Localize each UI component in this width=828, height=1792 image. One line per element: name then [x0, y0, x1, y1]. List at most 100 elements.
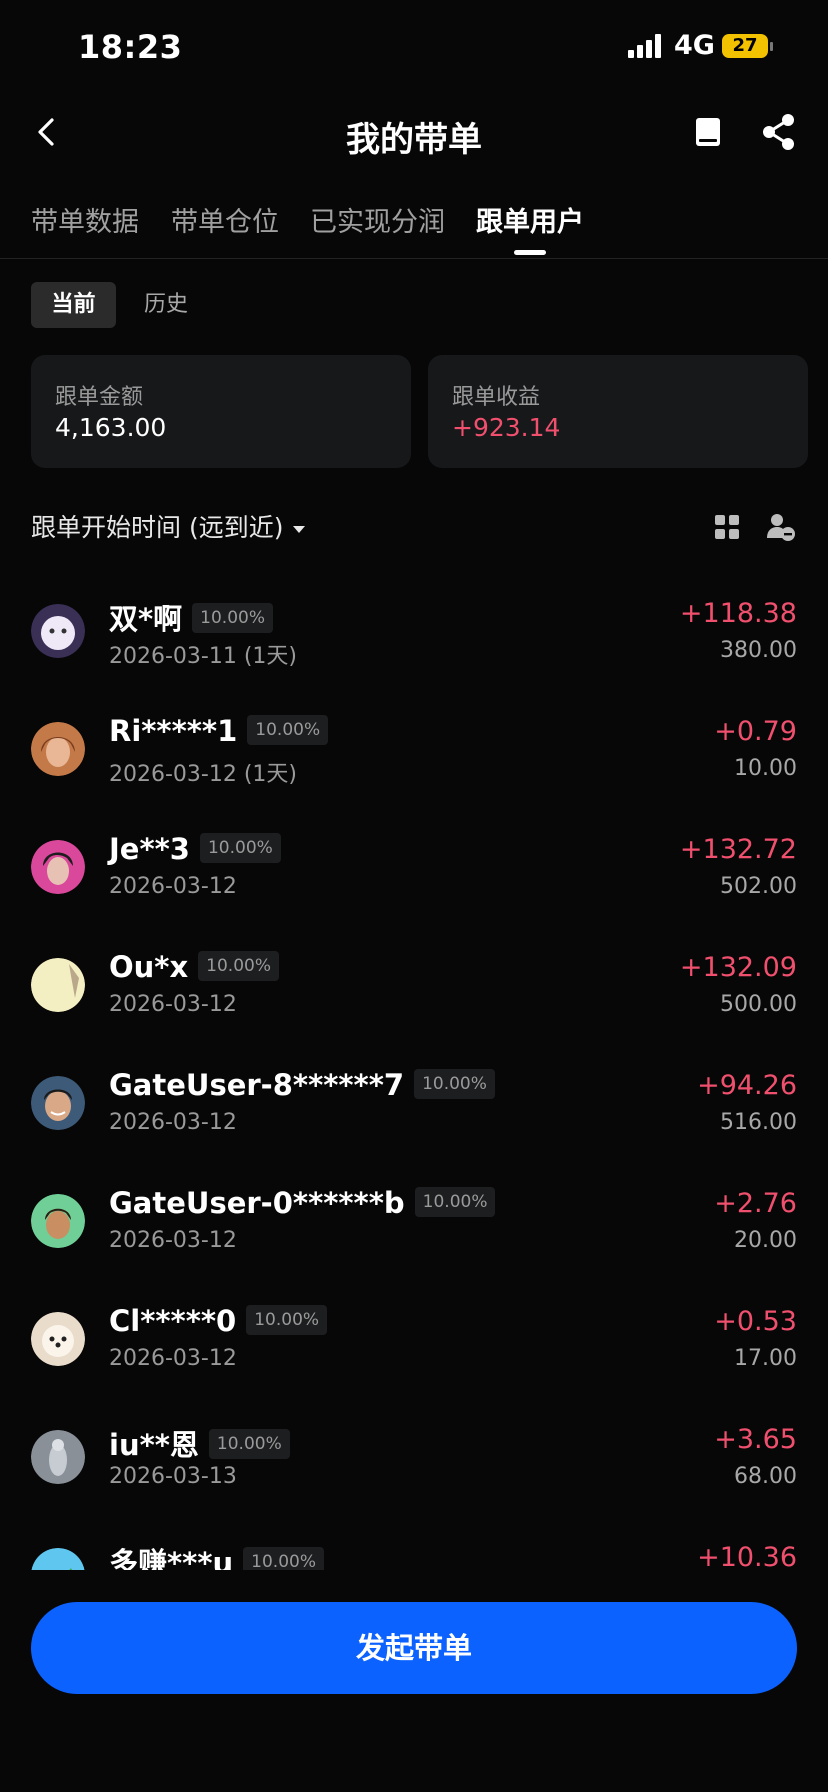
follower-pnl: +0.53: [714, 1306, 797, 1337]
tab-active-indicator: [514, 250, 546, 255]
grid-icon: [715, 515, 739, 539]
follower-name-line: 多赚***u 10.00%: [109, 1540, 324, 1570]
follow-start-date: 2026-03-13: [109, 1464, 237, 1489]
guide-button[interactable]: [690, 114, 726, 150]
follower-row[interactable]: 双*啊 10.00% 2026-03-11 (1天) +118.38 380.00: [0, 560, 828, 678]
status-time: 18:23: [78, 28, 183, 66]
sort-dropdown[interactable]: 跟单开始时间 (远到近): [31, 508, 306, 544]
tab-realized-profit-share[interactable]: 已实现分润: [310, 200, 445, 239]
follower-pnl: +0.79: [714, 716, 797, 747]
follower-pnl: +132.72: [679, 834, 797, 865]
follow-start-date: 2026-03-12: [109, 992, 237, 1017]
follower-amount: 20.00: [734, 1228, 797, 1253]
user-remove-icon: [767, 514, 795, 541]
status-bar: 18:23 4G 27: [0, 0, 828, 90]
tab-trading-data[interactable]: 带单数据: [31, 200, 139, 239]
follower-pnl: +132.09: [679, 952, 797, 983]
copy-profit-label: 跟单收益: [452, 385, 541, 410]
avatar: [31, 1548, 85, 1570]
follower-name: Ou*x: [109, 950, 189, 984]
segment-current[interactable]: 当前: [31, 282, 116, 328]
share-button[interactable]: [760, 112, 798, 152]
tab-followers[interactable]: 跟单用户: [476, 200, 584, 239]
copy-amount-card: 跟单金额 4,163.00: [31, 355, 411, 468]
follower-name: GateUser-8******7: [109, 1068, 405, 1102]
caret-down-icon: [293, 525, 306, 533]
follower-amount: 502.00: [720, 874, 797, 899]
follow-start-date: 2026-03-12: [109, 874, 237, 899]
follower-row[interactable]: 多赚***u 10.00% +10.36: [0, 1504, 828, 1570]
follower-pnl: +94.26: [697, 1070, 797, 1101]
follower-row[interactable]: Cl*****0 10.00% 2026-03-12 +0.53 17.00: [0, 1268, 828, 1386]
avatar: [31, 1430, 85, 1484]
avatar: [31, 1194, 85, 1248]
follower-name: 多赚***u: [109, 1546, 234, 1570]
nav-header: 我的带单: [0, 96, 828, 176]
avatar: [31, 722, 85, 776]
follower-amount: 516.00: [720, 1110, 797, 1135]
follower-name: 双*啊: [109, 602, 183, 636]
copy-profit-value: +923.14: [452, 413, 561, 442]
follower-row[interactable]: GateUser-8******7 10.00% 2026-03-12 +94.2…: [0, 1032, 828, 1150]
follower-name: iu**恩: [109, 1428, 199, 1462]
profit-share-ratio: 10.00%: [198, 951, 279, 981]
battery-level: 27: [722, 34, 768, 58]
follower-name-line: Je**3 10.00%: [109, 832, 281, 866]
follow-start-date: 2026-03-12: [109, 1228, 237, 1253]
follower-amount: 68.00: [734, 1464, 797, 1489]
follow-start-date: 2026-03-11 (1天): [109, 644, 298, 669]
follower-amount: 500.00: [720, 992, 797, 1017]
grid-view-button[interactable]: [714, 514, 740, 540]
follower-name-line: GateUser-0******b 10.00%: [109, 1186, 496, 1220]
book-icon: [696, 118, 720, 146]
follow-start-date: 2026-03-12 (1天): [109, 762, 298, 787]
battery-icon: 27: [722, 34, 773, 60]
segment-history[interactable]: 历史: [130, 282, 202, 328]
sort-label: 跟单开始时间 (远到近): [31, 513, 284, 542]
follower-pnl: +2.76: [714, 1188, 797, 1219]
follower-pnl: +118.38: [679, 598, 797, 629]
follower-amount: 380.00: [720, 638, 797, 663]
remove-follower-button[interactable]: [766, 512, 796, 542]
avatar: [31, 840, 85, 894]
follower-row[interactable]: Ri*****1 10.00% 2026-03-12 (1天) +0.79 10.…: [0, 678, 828, 796]
follower-name-line: Ou*x 10.00%: [109, 950, 279, 984]
profit-share-ratio: 10.00%: [192, 603, 273, 633]
copy-amount-value: 4,163.00: [55, 413, 167, 442]
follower-name: Je**3: [109, 832, 190, 866]
avatar: [31, 1312, 85, 1366]
profit-share-ratio: 10.00%: [414, 1187, 496, 1217]
avatar: [31, 604, 85, 658]
profit-share-ratio: 10.00%: [208, 1429, 290, 1459]
avatar: [31, 1076, 85, 1130]
profit-share-ratio: 10.00%: [199, 833, 281, 863]
avatar: [31, 958, 85, 1012]
copy-amount-label: 跟单金额: [55, 385, 144, 410]
follower-row[interactable]: Je**3 10.00% 2026-03-12 +132.72 502.00: [0, 796, 828, 914]
follower-row[interactable]: iu**恩 10.00% 2026-03-13 +3.65 68.00: [0, 1386, 828, 1504]
follower-name-line: iu**恩 10.00%: [109, 1422, 290, 1464]
signal-icon: [628, 34, 664, 58]
tab-positions[interactable]: 带单仓位: [171, 200, 279, 239]
follower-name: Cl*****0: [109, 1304, 237, 1338]
follower-name-line: GateUser-8******7 10.00%: [109, 1068, 495, 1102]
start-copy-trading-button[interactable]: 发起带单: [31, 1602, 797, 1694]
follower-pnl: +3.65: [714, 1424, 797, 1455]
network-type: 4G: [674, 30, 715, 61]
follower-list: 双*啊 10.00% 2026-03-11 (1天) +118.38 380.00…: [0, 560, 828, 1570]
profit-share-ratio: 10.00%: [247, 715, 329, 745]
follower-row[interactable]: Ou*x 10.00% 2026-03-12 +132.09 500.00: [0, 914, 828, 1032]
profit-share-ratio: 10.00%: [246, 1305, 328, 1335]
follower-amount: 17.00: [734, 1346, 797, 1371]
follower-row[interactable]: GateUser-0******b 10.00% 2026-03-12 +2.76…: [0, 1150, 828, 1268]
follower-name: Ri*****1: [109, 714, 238, 748]
follow-start-date: 2026-03-12: [109, 1346, 237, 1371]
follow-start-date: 2026-03-12: [109, 1110, 237, 1135]
copy-profit-card: 跟单收益 +923.14: [428, 355, 808, 468]
follower-pnl: +10.36: [697, 1542, 797, 1570]
tab-bar: 带单数据 带单仓位 已实现分润 跟单用户: [0, 196, 828, 259]
follower-name-line: 双*啊 10.00%: [109, 596, 273, 638]
profit-share-ratio: 10.00%: [243, 1547, 324, 1570]
follower-name-line: Ri*****1 10.00%: [109, 714, 329, 748]
follower-amount: 10.00: [734, 756, 797, 781]
